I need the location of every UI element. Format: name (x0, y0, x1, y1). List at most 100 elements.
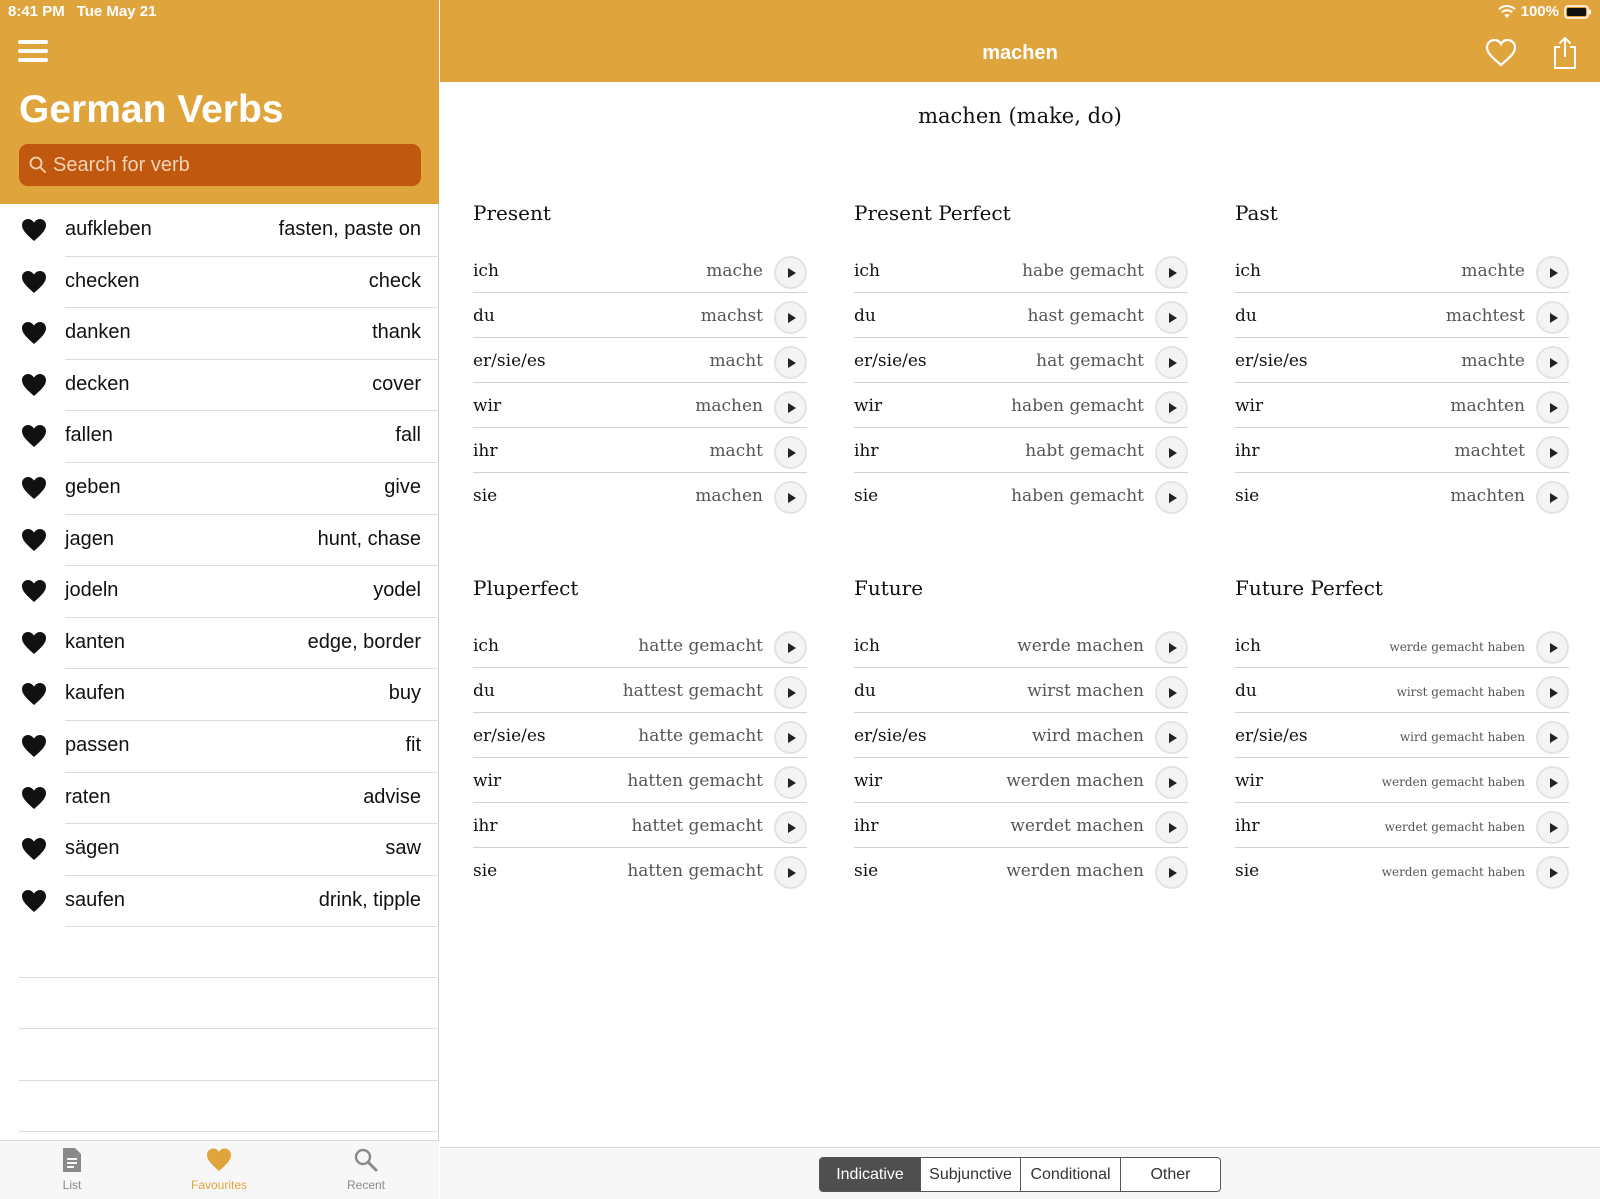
conjugation-row: ich werde machen (854, 623, 1188, 668)
heart-icon[interactable] (21, 786, 47, 810)
mood-segment-indicative[interactable]: Indicative (820, 1158, 920, 1191)
play-audio-button[interactable] (1155, 346, 1188, 379)
play-audio-button[interactable] (1155, 811, 1188, 844)
status-time: 8:41 PM (8, 3, 65, 20)
play-audio-button[interactable] (774, 856, 807, 889)
conjugation-row: er/sie/es macht (473, 338, 807, 383)
heart-icon[interactable] (21, 270, 47, 294)
verb-list-item[interactable]: jodeln yodel (0, 566, 439, 618)
tab-list[interactable]: List (12, 1147, 132, 1192)
pronoun: du (854, 681, 876, 701)
pronoun: du (1235, 681, 1257, 701)
play-audio-button[interactable] (774, 676, 807, 709)
play-audio-button[interactable] (1536, 301, 1569, 334)
play-audio-button[interactable] (774, 301, 807, 334)
play-audio-button[interactable] (774, 811, 807, 844)
play-audio-button[interactable] (1155, 766, 1188, 799)
play-audio-button[interactable] (1536, 631, 1569, 664)
play-audio-button[interactable] (1536, 346, 1569, 379)
heart-icon[interactable] (21, 889, 47, 913)
pronoun: wir (1235, 396, 1264, 416)
verb-list-item[interactable]: fallen fall (0, 411, 439, 463)
detail-pane: 100% machen machen (make, do) Present ich… (440, 0, 1600, 1199)
pronoun: ihr (854, 441, 879, 461)
play-audio-button[interactable] (1155, 481, 1188, 514)
play-audio-button[interactable] (1155, 676, 1188, 709)
menu-icon[interactable] (18, 40, 48, 64)
play-icon (1549, 267, 1558, 278)
play-audio-button[interactable] (1155, 631, 1188, 664)
mood-segment-other[interactable]: Other (1120, 1158, 1220, 1191)
conjugation-row: ihr hattet gemacht (473, 803, 807, 848)
play-audio-button[interactable] (774, 631, 807, 664)
heart-icon[interactable] (21, 476, 47, 500)
share-icon[interactable] (1552, 36, 1578, 75)
verb-list-item[interactable]: raten advise (0, 773, 439, 825)
play-audio-button[interactable] (1536, 436, 1569, 469)
play-audio-button[interactable] (1155, 391, 1188, 424)
play-audio-button[interactable] (1536, 391, 1569, 424)
heart-icon[interactable] (21, 528, 47, 552)
play-audio-button[interactable] (1536, 676, 1569, 709)
play-audio-button[interactable] (1155, 856, 1188, 889)
favorite-heart-icon[interactable] (1484, 38, 1518, 73)
play-icon (787, 402, 796, 413)
play-audio-button[interactable] (774, 436, 807, 469)
conjugation-row: du machst (473, 293, 807, 338)
verb-list-item[interactable]: passen fit (0, 721, 439, 773)
play-icon (787, 642, 796, 653)
heart-icon[interactable] (21, 218, 47, 242)
pronoun: er/sie/es (473, 351, 546, 371)
heart-icon[interactable] (21, 579, 47, 603)
heart-icon[interactable] (21, 682, 47, 706)
play-audio-button[interactable] (774, 721, 807, 754)
verb-list-item[interactable]: decken cover (0, 360, 439, 412)
play-audio-button[interactable] (774, 766, 807, 799)
verb-name: kanten (65, 630, 126, 653)
tab-recent[interactable]: Recent (306, 1147, 426, 1192)
heart-icon[interactable] (21, 734, 47, 758)
play-audio-button[interactable] (1536, 811, 1569, 844)
verb-list-item[interactable]: aufkleben fasten, paste on (0, 205, 439, 257)
heart-icon[interactable] (21, 631, 47, 655)
verb-list-item[interactable]: jagen hunt, chase (0, 515, 439, 567)
mood-segment-conditional[interactable]: Conditional (1020, 1158, 1120, 1191)
verb-list-item[interactable]: kaufen buy (0, 669, 439, 721)
verb-list-item[interactable]: checken check (0, 257, 439, 309)
play-audio-button[interactable] (1536, 766, 1569, 799)
verb-translation: fall (395, 424, 421, 447)
heart-icon[interactable] (21, 321, 47, 345)
play-audio-button[interactable] (1155, 721, 1188, 754)
search-input[interactable] (53, 153, 403, 177)
play-audio-button[interactable] (774, 391, 807, 424)
verb-name: geben (65, 475, 121, 498)
conjugated-form: werde machen (1017, 636, 1144, 656)
heart-icon[interactable] (21, 424, 47, 448)
play-audio-button[interactable] (1155, 436, 1188, 469)
verb-name: jodeln (65, 579, 119, 602)
verb-list-item[interactable]: kanten edge, border (0, 618, 439, 670)
tab-favourites[interactable]: Favourites (159, 1147, 279, 1192)
conjugated-form: werden gemacht haben (1381, 865, 1525, 879)
heart-icon[interactable] (21, 373, 47, 397)
heart-icon[interactable] (21, 837, 47, 861)
mood-segment-subjunctive[interactable]: Subjunctive (920, 1158, 1020, 1191)
play-audio-button[interactable] (1536, 481, 1569, 514)
pronoun: er/sie/es (1235, 726, 1308, 746)
verb-list-item[interactable]: danken thank (0, 308, 439, 360)
play-audio-button[interactable] (1155, 256, 1188, 289)
play-audio-button[interactable] (1155, 301, 1188, 334)
play-audio-button[interactable] (1536, 856, 1569, 889)
play-audio-button[interactable] (774, 346, 807, 379)
play-audio-button[interactable] (774, 256, 807, 289)
verb-list-item[interactable]: geben give (0, 463, 439, 515)
verb-list-item[interactable]: sägen saw (0, 824, 439, 876)
pronoun: sie (854, 486, 879, 506)
search-bar[interactable] (19, 144, 421, 186)
play-audio-button[interactable] (1536, 721, 1569, 754)
pronoun: ich (854, 261, 880, 281)
verb-list-item[interactable]: saufen drink, tipple (0, 876, 439, 928)
conjugation-row: er/sie/es wird machen (854, 713, 1188, 758)
play-audio-button[interactable] (1536, 256, 1569, 289)
play-audio-button[interactable] (774, 481, 807, 514)
